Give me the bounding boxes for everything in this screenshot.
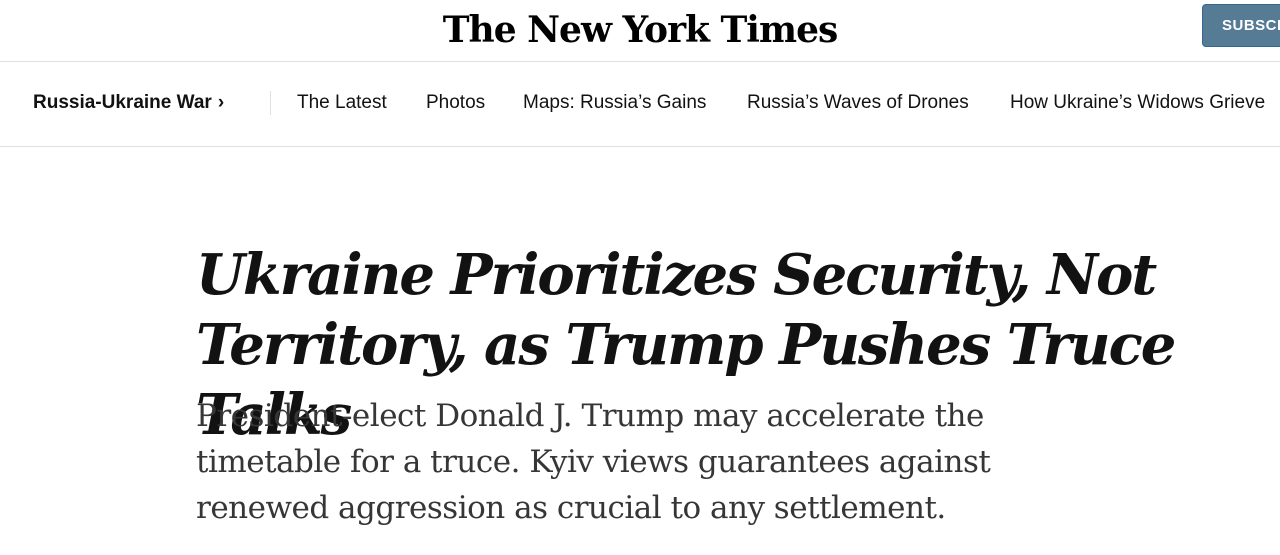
nav-link-maps[interactable]: Maps: Russia’s Gains: [523, 91, 706, 115]
nav-section-label: Russia-Ukraine War: [33, 92, 212, 113]
nav-link-waves-of-drones[interactable]: Russia’s Waves of Drones: [747, 91, 969, 115]
nav-section-russia-ukraine-war[interactable]: Russia-Ukraine War ›: [33, 91, 224, 115]
masthead: The New York Times SUBSCRIBE: [0, 0, 1280, 62]
article-summary: President-elect Donald J. Trump may acce…: [196, 398, 991, 526]
subscribe-button[interactable]: SUBSCRIBE: [1202, 4, 1280, 47]
chevron-right-icon: ›: [217, 92, 225, 113]
nav-divider: [270, 91, 271, 115]
nav-link-widows-grieve[interactable]: How Ukraine’s Widows Grieve: [1010, 91, 1265, 115]
nav-link-photos[interactable]: Photos: [426, 91, 485, 115]
nav-link-the-latest[interactable]: The Latest: [297, 91, 387, 115]
section-nav: Russia-Ukraine War › The Latest Photos Ma…: [0, 62, 1280, 147]
nyt-logo[interactable]: The New York Times: [0, 8, 1280, 52]
